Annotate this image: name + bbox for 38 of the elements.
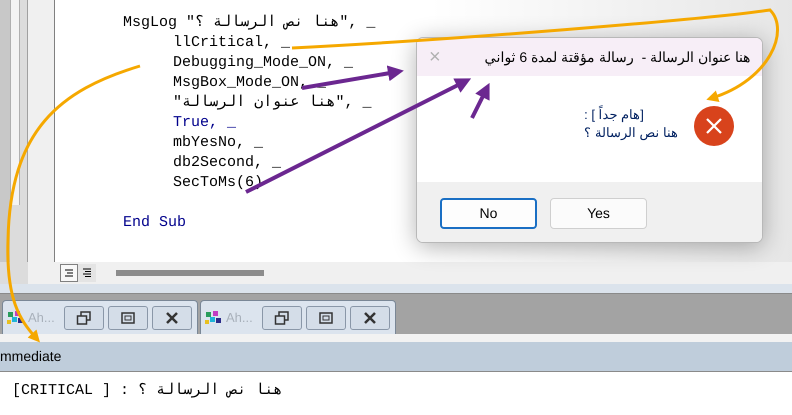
pane-title: mmediate [0, 347, 62, 366]
message-text: هنا نص الرسالة ؟ [584, 124, 678, 142]
dialog-button[interactable]: Yes [550, 198, 647, 229]
lines-icon [82, 268, 92, 278]
app-icon [204, 310, 222, 326]
app-icon [6, 310, 24, 326]
maximize-button[interactable] [306, 306, 346, 330]
code-line: MsgLog "هنا نص الرسالة ؟", _ [123, 14, 376, 31]
module-view-button[interactable] [78, 264, 96, 282]
maximize-icon [319, 312, 333, 324]
code-line: True, _ [173, 114, 236, 131]
lines-icon [64, 269, 74, 277]
code-line: Debugging_Mode_ON, _ [173, 54, 354, 71]
code-line: db2Second, _ [173, 154, 282, 171]
restore-button[interactable] [64, 306, 104, 330]
error-icon [694, 106, 734, 146]
code-line: mbYesNo, _ [173, 134, 264, 151]
code-line: "هنا عنوان الرسالة", _ [173, 94, 372, 111]
restore-icon [274, 310, 290, 324]
restore-button[interactable] [262, 306, 302, 330]
restore-icon [76, 310, 92, 324]
dialog-title: هنا عنوان الرسالة - رسالة مؤقتة لمدة 6 ثواني [484, 48, 750, 68]
code-line: End Sub [123, 214, 186, 231]
maximize-icon [121, 312, 135, 324]
close-icon [363, 310, 377, 324]
message-text: [هام جداً ] : [584, 106, 644, 124]
code-line: llCritical, _ [173, 34, 290, 51]
close-button[interactable] [350, 306, 390, 330]
dialog-button[interactable]: No [440, 198, 537, 229]
close-button[interactable]: × [429, 47, 441, 67]
close-icon [165, 310, 179, 324]
code-line: MsgBox_Mode_ON, _ [173, 74, 326, 91]
maximize-button[interactable] [108, 306, 148, 330]
code-line: SecToMs(6) [173, 174, 264, 191]
scrollbar-thumb[interactable] [116, 270, 264, 276]
close-button[interactable] [152, 306, 192, 330]
procedure-view-button[interactable] [60, 264, 78, 282]
output-line: [CRITICAL ] : هنا نص الرسالة ؟ [12, 382, 282, 399]
